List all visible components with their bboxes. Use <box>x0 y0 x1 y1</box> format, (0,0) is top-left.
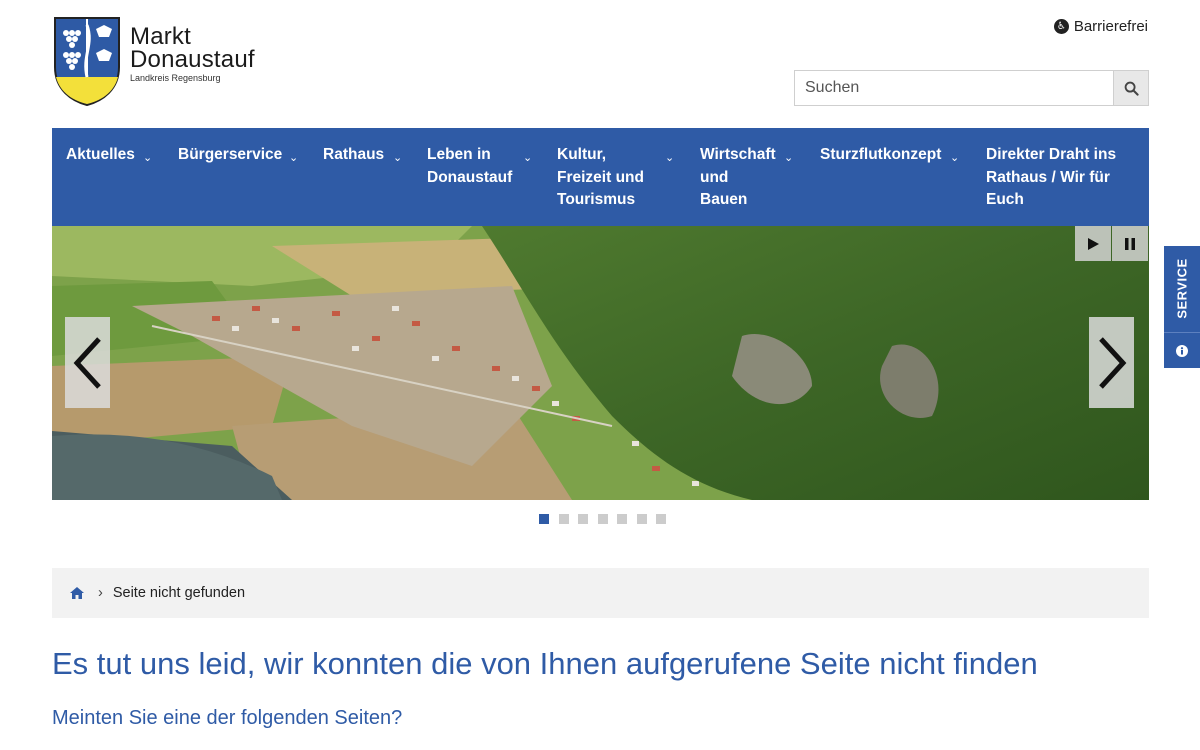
nav-item-wirtschaft-und-bauen[interactable]: Wirtschaft und Bauen ⌄ <box>686 128 806 226</box>
service-info-button[interactable] <box>1164 332 1200 368</box>
nav-label: Rathaus <box>323 146 385 163</box>
nav-label: Direkter Draht ins <box>986 146 1117 163</box>
nav-label: Tourismus <box>557 191 636 208</box>
nav-label: Bauen <box>700 191 748 208</box>
chevron-down-icon: ⌄ <box>665 152 675 164</box>
nav-label: Euch <box>986 191 1024 208</box>
chevron-down-icon: ⌄ <box>950 152 960 164</box>
page-title: Es tut uns leid, wir konnten die von Ihn… <box>52 646 1038 681</box>
accessibility-link[interactable]: ♿ Barrierefrei <box>1053 18 1148 35</box>
nav-item-kultur-freizeit-tourismus[interactable]: Kultur, Freizeit und Tourismus ⌄ <box>543 128 686 226</box>
chevron-down-icon: ⌄ <box>143 152 153 164</box>
chevron-down-icon: ⌄ <box>289 152 299 164</box>
nav-label: Kultur, <box>557 146 607 163</box>
nav-label: Donaustauf <box>427 168 513 186</box>
slider-prev-button[interactable] <box>65 317 110 408</box>
chevron-down-icon: ⌄ <box>523 152 533 164</box>
nav-item-buergerservice[interactable]: Bürgerservice ⌄ <box>164 128 309 226</box>
nav-label: Bürgerservice <box>178 146 283 163</box>
chevron-down-icon: ⌄ <box>784 152 794 164</box>
nav-item-aktuelles[interactable]: Aktuelles ⌄ <box>52 128 164 226</box>
service-label: SERVICE <box>1174 257 1190 319</box>
breadcrumb: › Seite nicht gefunden <box>52 568 1149 618</box>
chevron-down-icon: ⌄ <box>393 152 403 164</box>
nav-item-leben-in-donaustauf[interactable]: Leben in Donaustauf ⌄ <box>413 128 543 226</box>
nav-item-sturzflutkonzept[interactable]: Sturzflutkonzept ⌄ <box>806 128 972 226</box>
nav-label: Freizeit und <box>557 168 644 186</box>
slider-dot[interactable] <box>558 514 569 524</box>
slider-next-button[interactable] <box>1089 317 1134 408</box>
image-slider <box>52 226 1149 500</box>
aerial-village-photo <box>52 226 1149 500</box>
nav-label: Aktuelles <box>66 146 135 163</box>
nav-label: und <box>700 168 729 186</box>
pause-icon <box>1125 237 1135 250</box>
service-tab[interactable]: SERVICE <box>1164 246 1200 368</box>
search-input[interactable] <box>795 71 1113 105</box>
search-button[interactable] <box>1113 71 1148 105</box>
page-subtitle: Meinten Sie eine der folgenden Seiten? <box>52 707 403 729</box>
site-logo[interactable]: Markt Donaustauf Landkreis Regensburg <box>52 15 272 107</box>
info-icon <box>1176 344 1188 357</box>
main-navigation: Aktuelles ⌄ Bürgerservice ⌄ Rathaus ⌄ Le… <box>52 128 1149 226</box>
accessibility-label: Barrierefrei <box>1073 18 1148 35</box>
slider-dot[interactable] <box>617 514 627 524</box>
slider-play-button[interactable] <box>1075 226 1111 261</box>
slider-dot[interactable] <box>578 514 588 524</box>
nav-label: Sturzflutkonzept <box>820 146 942 163</box>
breadcrumb-current: Seite nicht gefunden <box>112 585 246 601</box>
slider-dot[interactable] <box>597 514 608 524</box>
accessibility-icon: ♿ <box>1053 19 1069 34</box>
coat-of-arms-icon <box>54 17 120 107</box>
logo-title-line1: Markt <box>130 23 191 50</box>
slider-dot[interactable] <box>656 514 666 524</box>
play-icon <box>1088 237 1099 250</box>
logo-title-line2: Donaustauf <box>130 46 255 73</box>
breadcrumb-separator-icon: › <box>98 585 103 601</box>
nav-label: Leben in <box>427 146 491 163</box>
service-label-wrap: SERVICE <box>1164 246 1200 330</box>
nav-item-rathaus[interactable]: Rathaus ⌄ <box>309 128 413 226</box>
search-icon <box>1124 81 1139 96</box>
search-bar <box>794 70 1149 106</box>
logo-subtitle: Landkreis Regensburg <box>130 73 221 83</box>
home-icon[interactable] <box>70 587 84 599</box>
nav-label: Wirtschaft <box>700 146 776 163</box>
slider-pagination <box>539 514 666 524</box>
chevron-left-icon <box>73 336 101 389</box>
slider-pause-button[interactable] <box>1112 226 1148 261</box>
nav-label: Rathaus / Wir für <box>986 168 1110 186</box>
chevron-right-icon <box>1098 336 1126 389</box>
slider-dot[interactable] <box>539 514 549 524</box>
slider-dot[interactable] <box>636 514 647 524</box>
nav-item-direkter-draht[interactable]: Direkter Draht ins Rathaus / Wir für Euc… <box>972 128 1149 226</box>
